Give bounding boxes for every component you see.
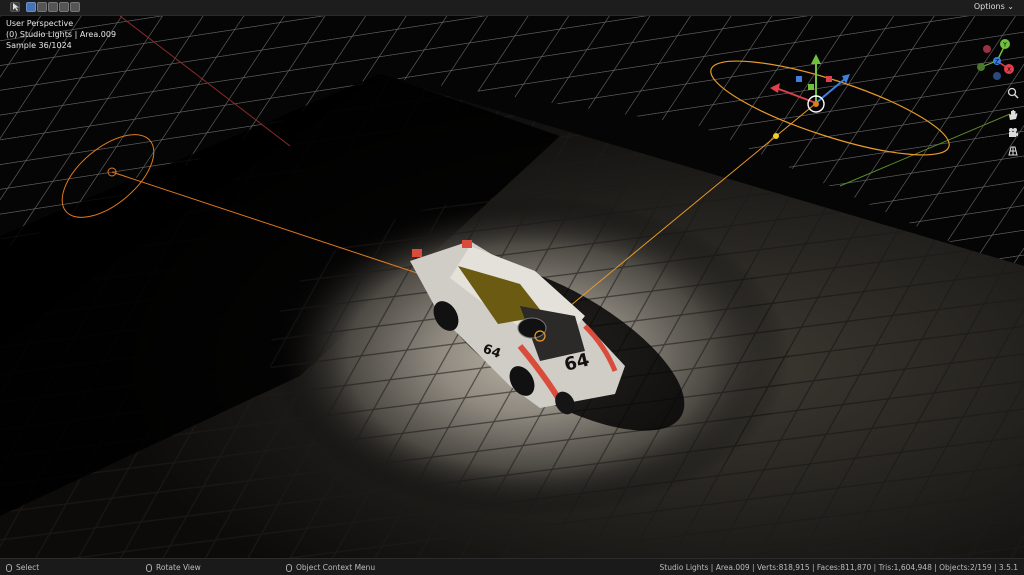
hint-context-menu: Object Context Menu (286, 563, 375, 572)
hint-select: Select (6, 563, 39, 572)
navigation-gizmo[interactable]: Y X Z (964, 32, 1024, 162)
hint-context-label: Object Context Menu (296, 563, 376, 572)
select-intersect-icon[interactable] (70, 2, 80, 12)
grid-view-icon[interactable] (1004, 142, 1022, 160)
select-extend-icon[interactable] (37, 2, 47, 12)
camera-icon[interactable] (1004, 124, 1022, 142)
viewport-info-overlay: User Perspective (0) Studio Lights | Are… (6, 18, 116, 51)
mouse-right-icon (286, 564, 292, 572)
status-bar: Select Rotate View Object Context Menu S… (0, 558, 1024, 575)
active-object-text: (0) Studio Lights | Area.009 (6, 30, 117, 39)
select-tool-icon[interactable] (10, 2, 20, 12)
chevron-down-icon: ⌄ (1007, 2, 1014, 11)
zoom-icon[interactable] (1004, 84, 1022, 102)
mouse-middle-icon (146, 564, 152, 572)
hint-select-label: Select (16, 563, 40, 572)
hand-pan-icon[interactable] (1004, 106, 1022, 124)
options-dropdown[interactable]: Options ⌄ (974, 2, 1014, 11)
3d-viewport[interactable]: 64 64 Y X Z User Perspective (0) Studio … (0, 16, 1024, 558)
hint-rotate: Rotate View (146, 563, 201, 572)
hint-rotate-label: Rotate View (156, 563, 201, 572)
axis-x-label: X (1007, 67, 1011, 74)
axis-y-label: Y (1002, 42, 1007, 49)
viewport-scene: 64 64 (0, 16, 1024, 558)
select-box-icon[interactable] (26, 2, 36, 12)
scene-statistics: Studio Lights | Area.009 | Verts:818,915… (659, 563, 1018, 572)
options-label: Options (973, 2, 1005, 11)
axis-z-label: Z (995, 59, 999, 66)
viewport-header: Options ⌄ (0, 0, 1024, 16)
render-sample-text: Sample 36/1024 (6, 41, 72, 50)
mouse-left-icon (6, 564, 12, 572)
view-perspective-text: User Perspective (6, 19, 74, 28)
select-invert-icon[interactable] (59, 2, 69, 12)
select-subtract-icon[interactable] (48, 2, 58, 12)
axis-orientation-gizmo[interactable]: Y X Z (964, 32, 1024, 92)
